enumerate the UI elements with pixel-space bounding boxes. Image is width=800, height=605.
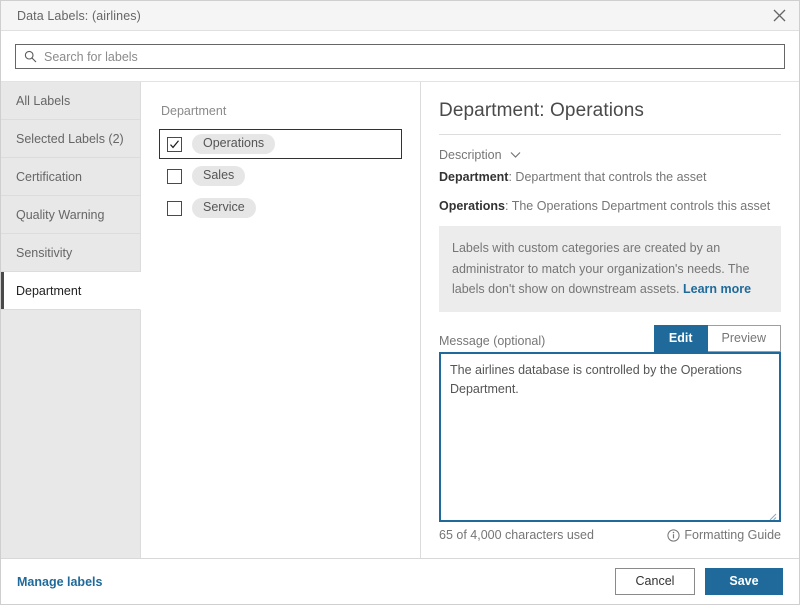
- label-list-column: Department Operations Sales Service: [141, 82, 421, 558]
- close-button[interactable]: [759, 1, 799, 30]
- message-textarea[interactable]: The airlines database is controlled by t…: [439, 352, 781, 522]
- checkbox-sales[interactable]: [167, 169, 182, 184]
- category-sidebar: All Labels Selected Labels (2) Certifica…: [1, 82, 141, 558]
- message-header: Message (optional) Edit Preview: [439, 325, 781, 352]
- resize-handle-icon[interactable]: [767, 508, 777, 518]
- checkbox-service[interactable]: [167, 201, 182, 216]
- formatting-guide-link[interactable]: Formatting Guide: [667, 528, 781, 542]
- message-label: Message (optional): [439, 334, 545, 352]
- sidebar-item-all-labels[interactable]: All Labels: [1, 82, 140, 120]
- search-input[interactable]: [44, 50, 776, 64]
- sidebar-item-label: Department: [16, 284, 81, 298]
- sidebar-item-department[interactable]: Department: [1, 272, 141, 310]
- list-item-label: Sales: [192, 166, 245, 187]
- close-icon: [773, 9, 786, 22]
- sidebar-item-sensitivity[interactable]: Sensitivity: [1, 234, 140, 272]
- detail-panel: Department: Operations Description Depar…: [421, 82, 799, 558]
- dialog-body: All Labels Selected Labels (2) Certifica…: [1, 81, 799, 558]
- list-item-operations[interactable]: Operations: [159, 129, 402, 159]
- dialog-titlebar: Data Labels: (airlines): [1, 1, 799, 31]
- save-button[interactable]: Save: [705, 568, 783, 595]
- sidebar-item-certification[interactable]: Certification: [1, 158, 140, 196]
- message-footer: 65 of 4,000 characters used Formatting G…: [439, 528, 781, 542]
- tab-edit[interactable]: Edit: [654, 325, 708, 352]
- message-value: The airlines database is controlled by t…: [450, 363, 742, 396]
- list-heading: Department: [159, 104, 402, 118]
- sidebar-item-label: Certification: [16, 170, 82, 184]
- description-term: Operations: [439, 199, 505, 213]
- description-toggle[interactable]: Description: [439, 148, 521, 162]
- search-box[interactable]: [15, 44, 785, 69]
- checkbox-operations[interactable]: [167, 137, 182, 152]
- search-section: [1, 31, 799, 81]
- list-item-sales[interactable]: Sales: [159, 161, 402, 191]
- data-labels-dialog: Data Labels: (airlines) All Labels Selec…: [0, 0, 800, 605]
- detail-title: Department: Operations: [439, 100, 781, 135]
- description-text: : The Operations Department controls thi…: [505, 199, 770, 213]
- sidebar-item-label: All Labels: [16, 94, 70, 108]
- list-item-service[interactable]: Service: [159, 193, 402, 223]
- dialog-footer: Manage labels Cancel Save: [1, 558, 799, 604]
- description-term: Department: [439, 170, 508, 184]
- dialog-title: Data Labels: (airlines): [1, 9, 141, 23]
- info-box: Labels with custom categories are create…: [439, 226, 781, 312]
- formatting-guide-label: Formatting Guide: [684, 528, 781, 542]
- sidebar-item-label: Sensitivity: [16, 246, 72, 260]
- info-icon: [667, 529, 680, 542]
- search-icon: [24, 50, 37, 63]
- manage-labels-link[interactable]: Manage labels: [17, 575, 102, 589]
- cancel-button[interactable]: Cancel: [615, 568, 695, 595]
- sidebar-item-label: Quality Warning: [16, 208, 104, 222]
- description-text: : Department that controls the asset: [508, 170, 706, 184]
- chevron-down-icon: [510, 151, 521, 159]
- sidebar-item-selected-labels[interactable]: Selected Labels (2): [1, 120, 140, 158]
- description-toggle-label: Description: [439, 148, 502, 162]
- tab-preview[interactable]: Preview: [708, 325, 781, 352]
- learn-more-link[interactable]: Learn more: [683, 282, 751, 296]
- character-count: 65 of 4,000 characters used: [439, 528, 594, 542]
- list-item-label: Service: [192, 198, 256, 219]
- message-mode-tabs: Edit Preview: [654, 325, 781, 352]
- sidebar-item-quality-warning[interactable]: Quality Warning: [1, 196, 140, 234]
- description-department: Department: Department that controls the…: [439, 168, 781, 186]
- sidebar-filler: [1, 310, 140, 558]
- sidebar-item-label: Selected Labels (2): [16, 132, 124, 146]
- description-operations: Operations: The Operations Department co…: [439, 197, 781, 215]
- list-item-label: Operations: [192, 134, 275, 155]
